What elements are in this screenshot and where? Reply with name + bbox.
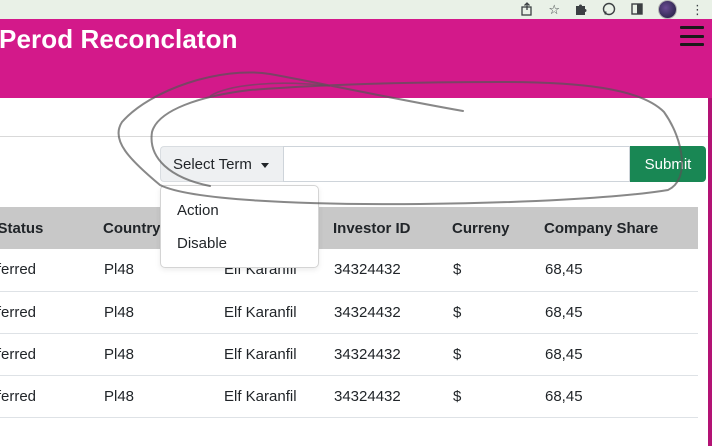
reconciliation-table: m Status Country Investor ID Curreny Com… bbox=[0, 207, 698, 418]
page-title: Perod Reconclaton bbox=[0, 24, 238, 54]
column-header-investor-id[interactable]: Investor ID bbox=[333, 207, 452, 249]
caret-down-icon bbox=[260, 162, 269, 168]
table-row[interactable]: nsferred Pl48 Elf Karanfil 34324432 $ 68… bbox=[0, 375, 698, 417]
star-icon[interactable]: ☆ bbox=[548, 3, 560, 16]
column-header-status[interactable]: m Status bbox=[0, 207, 103, 249]
cell-investor-id: 34324432 bbox=[334, 261, 401, 279]
cell-country: Pl48 bbox=[104, 345, 135, 363]
cell-name: Elf Karanfil bbox=[224, 387, 297, 405]
hamburger-menu-icon[interactable] bbox=[680, 26, 704, 46]
select-term-dropdown-button[interactable]: Select Term bbox=[160, 146, 283, 182]
right-accent-bar bbox=[708, 98, 712, 446]
browser-toolbar: ☆ ⋮ bbox=[0, 0, 712, 19]
more-icon[interactable]: ⋮ bbox=[691, 3, 704, 16]
column-header-company-share[interactable]: Company Share bbox=[544, 207, 698, 249]
cell-currency: $ bbox=[453, 345, 462, 363]
cell-investor-id: 34324432 bbox=[334, 345, 401, 363]
cell-name: Elf Karanfil bbox=[224, 303, 297, 321]
cell-currency: $ bbox=[453, 387, 462, 405]
cell-status: nsferred bbox=[0, 303, 37, 321]
table-row[interactable]: nsferred Pl48 Elf Karanfil 34324432 $ 68… bbox=[0, 249, 698, 291]
cell-name: Elf Karanfil bbox=[224, 345, 297, 363]
cell-status: nsferred bbox=[0, 387, 37, 405]
cell-company-share: 68,45 bbox=[545, 261, 583, 279]
section-divider bbox=[0, 136, 708, 137]
cell-country: Pl48 bbox=[104, 387, 135, 405]
share-icon[interactable] bbox=[520, 1, 534, 18]
submit-button[interactable]: Submit bbox=[630, 146, 706, 182]
search-input[interactable] bbox=[283, 146, 630, 182]
whatsapp-icon[interactable] bbox=[602, 2, 616, 18]
cell-country: Pl48 bbox=[104, 303, 135, 321]
dropdown-item-disable[interactable]: Disable bbox=[161, 227, 318, 260]
column-header-currency[interactable]: Curreny bbox=[452, 207, 544, 249]
table-header-row: m Status Country Investor ID Curreny Com… bbox=[0, 207, 698, 249]
app-header: Perod Reconclaton bbox=[0, 19, 712, 98]
cell-company-share: 68,45 bbox=[545, 345, 583, 363]
cell-investor-id: 34324432 bbox=[334, 387, 401, 405]
cell-status: nsferred bbox=[0, 261, 37, 279]
cell-investor-id: 34324432 bbox=[334, 303, 401, 321]
table-row[interactable]: nsferred Pl48 Elf Karanfil 34324432 $ 68… bbox=[0, 333, 698, 375]
table-row[interactable]: nsferred Pl48 Elf Karanfil 34324432 $ 68… bbox=[0, 291, 698, 333]
sidepanel-icon[interactable] bbox=[630, 2, 644, 18]
cell-currency: $ bbox=[453, 261, 462, 279]
select-term-dropdown-menu: Action Disable bbox=[160, 185, 319, 268]
select-term-label: Select Term bbox=[173, 155, 252, 173]
cell-company-share: 68,45 bbox=[545, 303, 583, 321]
cell-currency: $ bbox=[453, 303, 462, 321]
cell-company-share: 68,45 bbox=[545, 387, 583, 405]
puzzle-icon[interactable] bbox=[574, 2, 588, 18]
cell-status: nsferred bbox=[0, 345, 37, 363]
profile-avatar[interactable] bbox=[658, 0, 677, 19]
dropdown-item-action[interactable]: Action bbox=[161, 194, 318, 227]
